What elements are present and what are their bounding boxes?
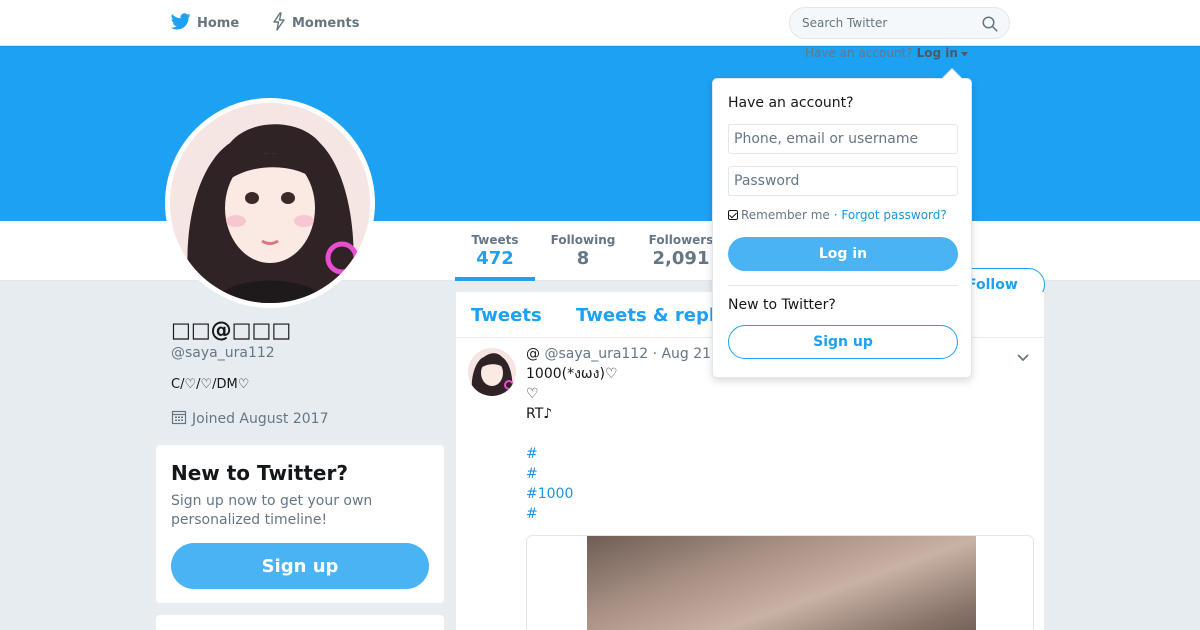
stat-label: Tweets (471, 233, 519, 247)
tab-tweets[interactable]: Tweets (471, 305, 542, 326)
dropdown-new-title: New to Twitter? (728, 297, 836, 313)
tweet-text: 1000(*งωง)♡ ♡ RT♪ # # #1000 # (526, 364, 618, 524)
new-to-twitter-card: New to Twitter? Sign up now to get your … (156, 445, 444, 603)
lightning-bolt-icon (272, 11, 286, 35)
top-navigation: Home Moments (0, 0, 1200, 46)
remember-checkbox[interactable] (728, 210, 738, 220)
profile-bio: C/♡/♡/DM♡ (171, 377, 250, 392)
tweet-line (526, 424, 618, 444)
forgot-password-link[interactable]: · Forgot password? (834, 208, 947, 222)
login-button[interactable]: Log in (728, 237, 958, 271)
secondary-card (156, 615, 444, 630)
tab-tweets-and-replies[interactable]: Tweets & repl (576, 305, 715, 326)
home-link[interactable]: Home (170, 12, 240, 34)
login-link[interactable]: Log in (917, 46, 958, 60)
stat-label: Followers (648, 233, 714, 247)
stat-following[interactable]: Following 8 (550, 233, 616, 269)
active-stat-underline (455, 277, 535, 281)
remember-row: Remember me · Forgot password? (728, 208, 947, 222)
login-dropdown: Have an account? Remember me · Forgot pa… (712, 68, 972, 378)
signup-button[interactable]: Sign up (171, 543, 429, 589)
chevron-down-icon[interactable] (1016, 348, 1030, 367)
hashtag-link[interactable]: # (526, 444, 618, 464)
joined-text: Joined August 2017 (192, 411, 329, 427)
stat-value: 472 (476, 248, 514, 269)
tweet-name[interactable]: @ (526, 346, 540, 362)
dropdown-signup-button[interactable]: Sign up (728, 325, 958, 359)
tweet-handle[interactable]: @saya_ura112 (544, 346, 648, 362)
tweet-media[interactable] (526, 535, 1034, 630)
divider (728, 285, 958, 286)
hashtag-link[interactable]: # (526, 464, 618, 484)
search-icon[interactable] (982, 16, 998, 36)
hashtag-link[interactable]: #1000 (526, 484, 618, 504)
login-dropdown-title: Have an account? (728, 95, 854, 111)
stat-tweets[interactable]: Tweets 472 (470, 233, 520, 269)
tweet-line: 1000(*งωง)♡ (526, 366, 618, 382)
caret-down-icon[interactable] (960, 46, 968, 60)
tweet-photo[interactable] (587, 536, 976, 630)
stat-followers[interactable]: Followers 2,091 (647, 233, 715, 269)
tweet-date[interactable]: · Aug 21 (653, 346, 712, 362)
tweet-line: RT♪ (526, 406, 553, 422)
home-label: Home (197, 15, 240, 31)
new-card-title: New to Twitter? (171, 461, 348, 485)
profile-joined: Joined August 2017 (171, 409, 328, 429)
twitter-bird-icon (170, 12, 191, 34)
profile-name: □□@□□□ (171, 318, 292, 342)
new-card-text: Sign up now to get your own personalized… (171, 493, 373, 528)
moments-label: Moments (292, 15, 360, 31)
username-field[interactable] (728, 124, 958, 154)
tweet-line: ♡ (526, 386, 539, 402)
search-input[interactable] (802, 15, 972, 31)
avatar-photo (170, 103, 370, 303)
tweet-avatar[interactable] (468, 348, 516, 396)
profile-handle[interactable]: @saya_ura112 (171, 345, 275, 361)
profile-avatar[interactable] (165, 98, 375, 308)
have-account-text: Have an account? (805, 46, 913, 60)
tweet[interactable]: @ @saya_ura112 · Aug 21 1000(*งωง)♡ ♡ RT… (456, 338, 1044, 630)
password-field[interactable] (728, 166, 958, 196)
tweet-header: @ @saya_ura112 · Aug 21 (526, 346, 711, 362)
moments-link[interactable]: Moments (272, 11, 360, 35)
stat-value: 2,091 (652, 248, 710, 269)
search-box (789, 7, 1010, 39)
stat-value: 8 (576, 248, 590, 269)
login-hint: Have an account? Log in (805, 46, 968, 60)
remember-label[interactable]: Remember me (741, 208, 830, 222)
hashtag-link[interactable]: # (526, 504, 618, 524)
calendar-icon (171, 409, 192, 429)
stat-label: Following (550, 233, 616, 247)
